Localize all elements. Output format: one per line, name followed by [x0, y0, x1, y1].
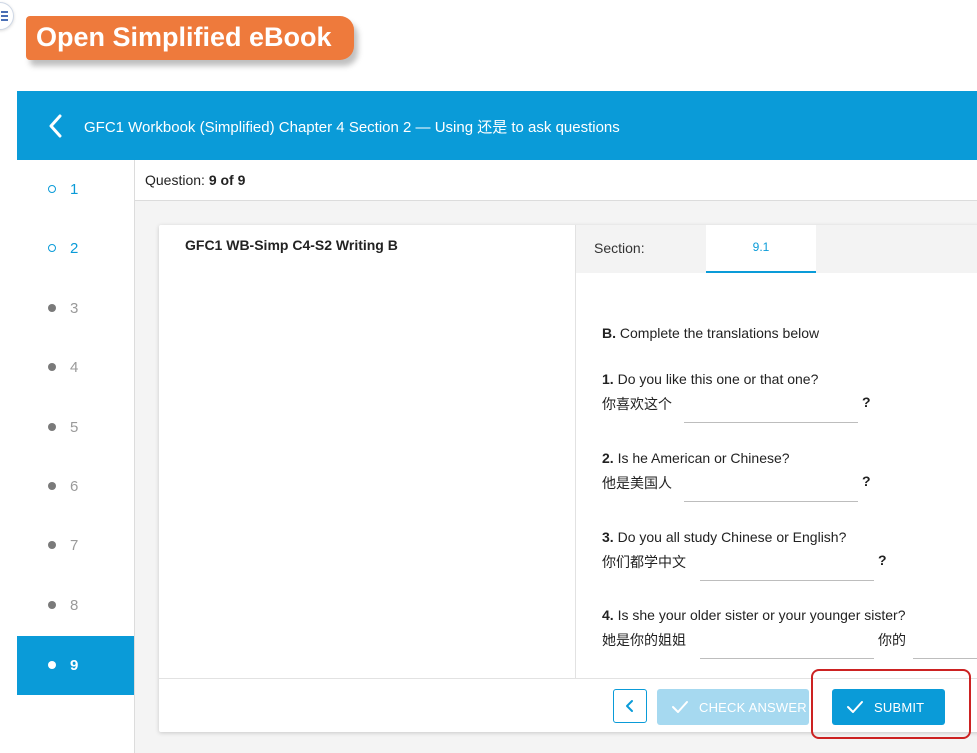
question-3-prompt: 3. Do you all study Chinese or English? — [602, 529, 846, 545]
question-number: 2 — [70, 240, 79, 257]
status-dot-icon — [48, 541, 56, 549]
page-header: GFC1 Workbook (Simplified) Chapter 4 Sec… — [17, 91, 977, 160]
question-nav-item-8[interactable]: 8 — [17, 576, 134, 635]
item-pane: GFC1 WB-Simp C4-S2 Writing B — [159, 225, 576, 678]
exercise-instructions: Complete the translations below — [619, 325, 820, 341]
item-title: GFC1 WB-Simp C4-S2 Writing B — [185, 237, 398, 253]
question-4-chinese: 她是你的姐姐 — [602, 632, 686, 648]
question-nav-item-2[interactable]: 2 — [17, 219, 134, 278]
question-number: 9 — [70, 657, 79, 674]
status-dot-icon — [48, 423, 56, 431]
check-answer-label: CHECK ANSWER — [699, 700, 807, 715]
question-3-number: 3. — [602, 529, 614, 545]
check-answer-button[interactable]: CHECK ANSWER — [657, 689, 809, 725]
question-number: 4 — [70, 359, 79, 376]
tab-section-9-1[interactable]: 9.1 — [706, 225, 816, 273]
chevron-left-icon — [626, 700, 633, 712]
question-nav-item-1[interactable]: 1 — [17, 160, 134, 219]
question-progress: Question: 9 of 9 — [145, 172, 245, 188]
status-dot-icon — [48, 661, 56, 669]
page-title: GFC1 Workbook (Simplified) Chapter 4 Sec… — [84, 119, 620, 136]
exercise-letter: B. — [602, 325, 616, 341]
question-2-chinese: 他是美国人 — [602, 475, 672, 491]
previous-button[interactable] — [613, 689, 647, 723]
question-progress-bar: Question: 9 of 9 — [135, 160, 977, 201]
question-nav-item-4[interactable]: 4 — [17, 338, 134, 397]
question-number: 3 — [70, 300, 79, 317]
question-number: 1 — [70, 181, 79, 198]
question-nav-item-3[interactable]: 3 — [17, 279, 134, 338]
question-1-prompt: 1. Do you like this one or that one? — [602, 371, 818, 387]
question-1-number: 1. — [602, 371, 614, 387]
question-4-middle: 你的 — [878, 632, 906, 648]
question-2-number: 2. — [602, 450, 614, 466]
checkmark-icon — [672, 701, 688, 713]
section-tabs: Section: 9.1 — [576, 225, 977, 273]
question-nav-item-5[interactable]: 5 — [17, 398, 134, 457]
question-progress-value: 9 of 9 — [208, 172, 246, 188]
question-3-chinese: 你们都学中文 — [602, 554, 686, 570]
section-label: Section: — [594, 240, 645, 256]
status-dot-icon — [48, 601, 56, 609]
tab-label: 9.1 — [752, 240, 770, 254]
question-nav-item-9[interactable]: 9 — [17, 636, 134, 695]
question-number: 5 — [70, 419, 79, 436]
back-button[interactable] — [45, 112, 69, 140]
question-2-answer-field[interactable] — [684, 477, 858, 502]
question-3-end: ? — [878, 552, 887, 568]
question-4-prompt: 4. Is she your older sister or your youn… — [602, 607, 905, 623]
status-dot-icon — [48, 482, 56, 490]
question-1-english: Do you like this one or that one? — [617, 371, 819, 387]
question-1-answer-field[interactable] — [684, 398, 858, 423]
question-3-answer-field[interactable] — [700, 556, 874, 581]
question-1-end: ? — [862, 394, 871, 410]
question-progress-label: Question: — [145, 172, 205, 188]
question-4-answer-field-2[interactable] — [913, 634, 977, 659]
question-4-english: Is she your older sister or your younger… — [617, 607, 906, 623]
status-dot-icon — [48, 304, 56, 312]
question-1-chinese: 你喜欢这个 — [602, 396, 672, 412]
question-number: 8 — [70, 597, 79, 614]
status-dot-icon — [48, 185, 56, 193]
question-2-prompt: 2. Is he American or Chinese? — [602, 450, 790, 466]
question-number: 7 — [70, 537, 79, 554]
menu-button[interactable] — [0, 2, 14, 30]
question-2-end: ? — [862, 473, 871, 489]
exercise-heading: B. Complete the translations below — [602, 325, 819, 341]
question-card: GFC1 WB-Simp C4-S2 Writing B Section: 9.… — [159, 225, 977, 732]
question-4-answer-field-1[interactable] — [700, 634, 874, 659]
question-nav-item-6[interactable]: 6 — [17, 457, 134, 516]
question-2-english: Is he American or Chinese? — [617, 450, 790, 466]
chevron-left-icon — [49, 114, 62, 138]
submit-highlight — [811, 669, 971, 739]
open-ebook-button[interactable]: Open Simplified eBook — [26, 16, 354, 60]
question-3-english: Do you all study Chinese or English? — [617, 529, 847, 545]
question-number: 6 — [70, 478, 79, 495]
status-dot-icon — [48, 363, 56, 371]
question-nav-item-7[interactable]: 7 — [17, 516, 134, 575]
status-dot-icon — [48, 244, 56, 252]
hamburger-icon — [1, 11, 8, 23]
question-nav: 1 2 3 4 5 6 7 8 9 — [17, 160, 135, 753]
question-4-number: 4. — [602, 607, 614, 623]
